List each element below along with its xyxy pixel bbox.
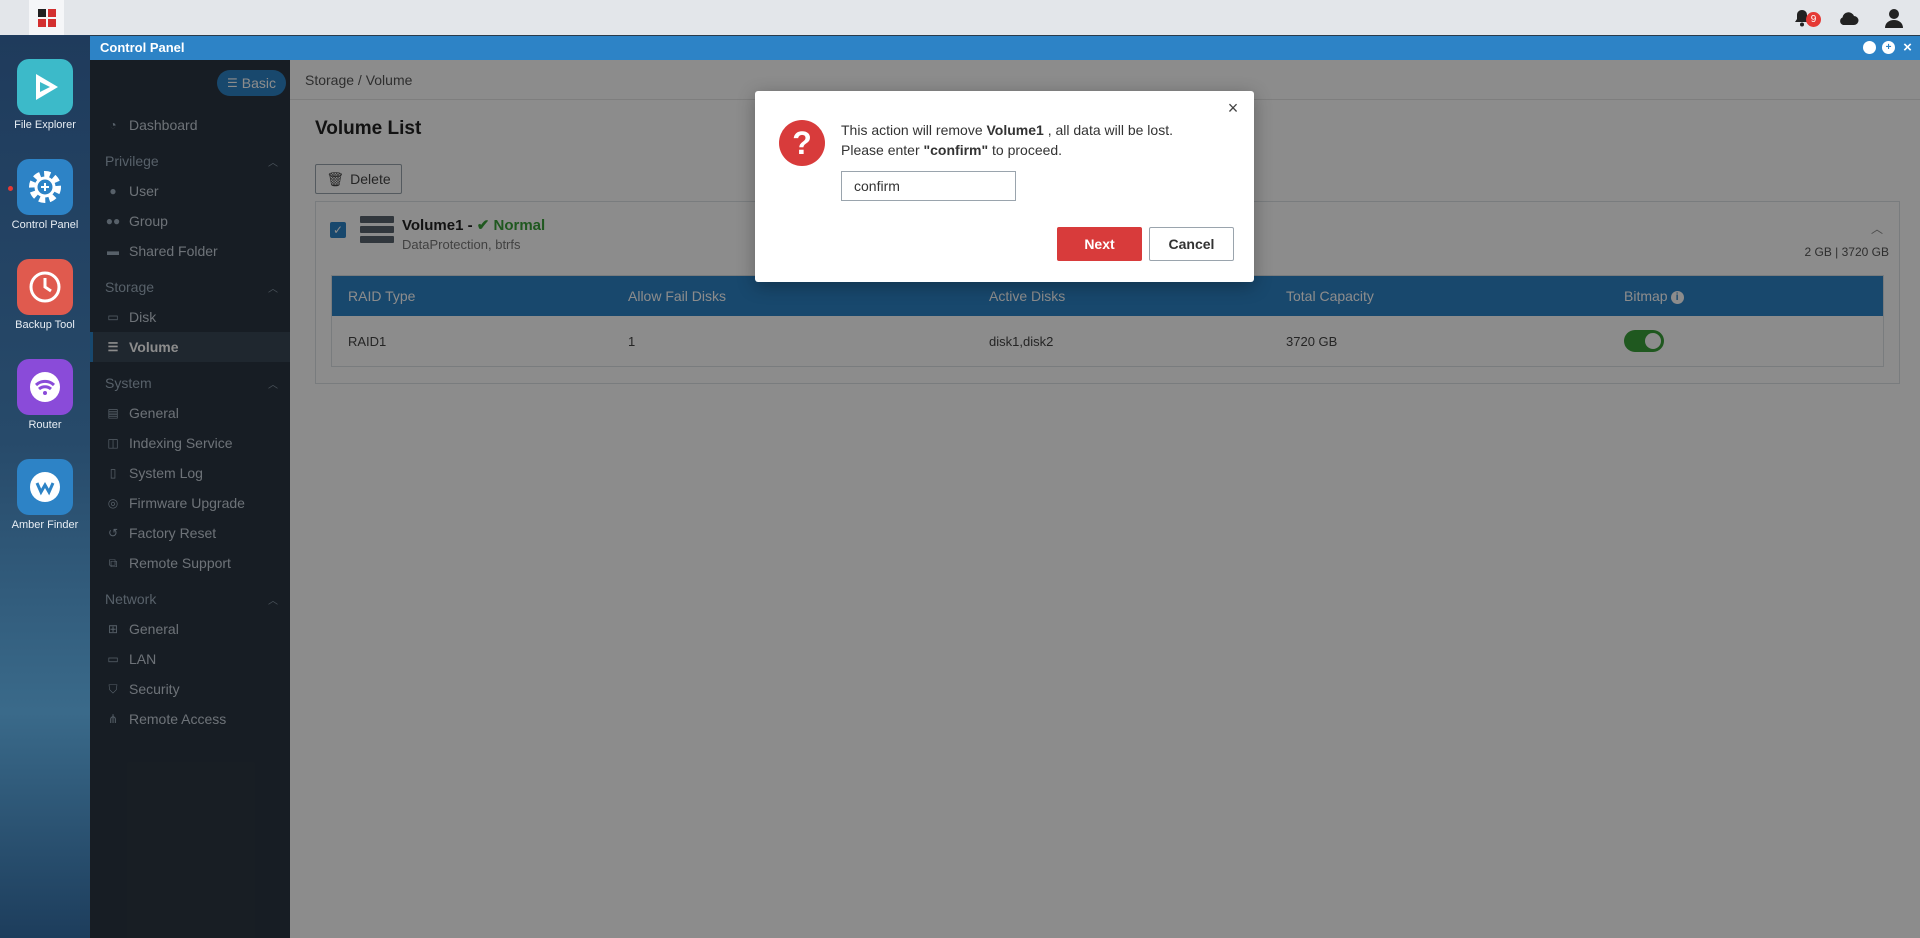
wifi-icon: [17, 359, 73, 415]
window-controls: + ×: [1863, 40, 1914, 55]
window-title: Control Panel: [100, 40, 185, 55]
close-icon[interactable]: ×: [1224, 99, 1242, 117]
cloud-icon: [1840, 12, 1859, 25]
notification-count-badge: 9: [1806, 12, 1821, 27]
desktop: File Explorer Control Panel Backup Tool …: [0, 35, 90, 938]
window-titlebar[interactable]: Control Panel + ×: [90, 36, 1920, 60]
maximize-button[interactable]: +: [1882, 41, 1895, 54]
dock-app-label: Router: [28, 419, 62, 431]
close-window-button[interactable]: ×: [1901, 40, 1914, 55]
taskbar: 9: [0, 0, 1920, 35]
dock-app-control-panel[interactable]: Control Panel: [0, 159, 90, 231]
dock-app-label: File Explorer: [14, 119, 76, 131]
cancel-button[interactable]: Cancel: [1149, 227, 1234, 261]
dock-app-label: Control Panel: [11, 219, 79, 231]
dialog-text: , all data will be lost.: [1043, 122, 1173, 138]
confirm-input[interactable]: [841, 171, 1016, 201]
running-indicator: [8, 186, 13, 191]
user-account-button[interactable]: [1882, 6, 1906, 30]
gear-icon: [17, 159, 73, 215]
dock-app-amber-finder[interactable]: Amber Finder: [0, 459, 90, 531]
dock-app-backup-tool[interactable]: Backup Tool: [0, 259, 90, 331]
dialog-text: Please enter: [841, 142, 924, 158]
user-icon: [1885, 9, 1903, 28]
file-explorer-icon: [17, 59, 73, 115]
apps-grid-icon: [37, 8, 56, 27]
dock-app-label: Backup Tool: [15, 319, 75, 331]
dock-app-file-explorer[interactable]: File Explorer: [0, 59, 90, 131]
start-menu-button[interactable]: [29, 0, 64, 35]
clock-icon: [17, 259, 73, 315]
next-button[interactable]: Next: [1057, 227, 1142, 261]
question-icon: ?: [779, 120, 825, 166]
cloud-button[interactable]: [1836, 6, 1860, 30]
dialog-text: to proceed.: [988, 142, 1063, 158]
dialog-confirm-keyword: "confirm": [923, 142, 989, 158]
dialog-volume-name: Volume1: [986, 122, 1044, 138]
notification-button[interactable]: 9: [1790, 6, 1821, 30]
dock-app-router[interactable]: Router: [0, 359, 90, 431]
dock-app-label: Amber Finder: [11, 519, 79, 531]
minimize-button[interactable]: [1863, 41, 1876, 54]
dialog-text: This action will remove: [841, 122, 987, 138]
dialog-message-line1: This action will remove Volume1 , all da…: [841, 122, 1173, 138]
system-tray: 9: [1790, 6, 1906, 30]
confirm-delete-dialog: × ? This action will remove Volume1 , al…: [755, 91, 1254, 282]
finder-icon: [17, 459, 73, 515]
dialog-message-line2: Please enter "confirm" to proceed.: [841, 142, 1062, 158]
